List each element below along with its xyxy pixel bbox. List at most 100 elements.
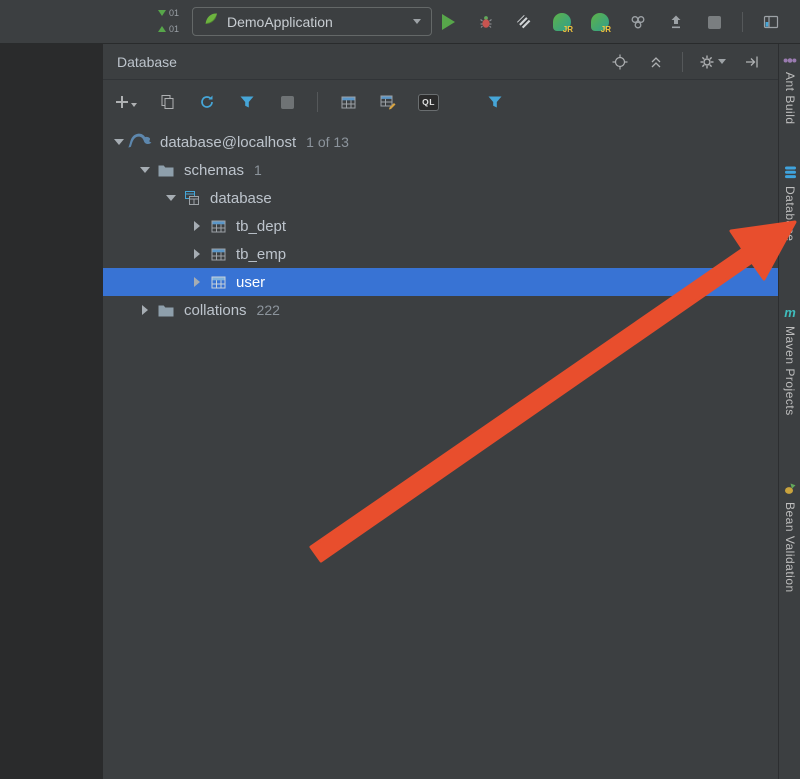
database-tree: database@localhost 1 of 13 schemas 1 dat… [103, 124, 778, 324]
tab-maven-projects[interactable]: m Maven Projects [779, 306, 800, 416]
tree-label: schemas [184, 161, 245, 179]
right-tool-window-stripe: Ant Build Database m Maven Projects Bean… [778, 44, 800, 779]
stop-icon [280, 95, 294, 109]
update-app-icon [671, 15, 681, 29]
duplicate-button[interactable] [157, 92, 177, 112]
folder-icon [155, 160, 177, 180]
tool-windows-button[interactable] [761, 12, 781, 32]
ant-icon [783, 58, 797, 63]
refresh-icon [201, 95, 213, 108]
header-separator [682, 51, 683, 72]
tab-ant-build[interactable]: Ant Build [779, 56, 800, 125]
play-icon [441, 14, 455, 30]
filter-button[interactable] [485, 92, 505, 112]
bug-icon [480, 16, 492, 28]
tree-label: user [236, 273, 266, 291]
chevron-down-icon [413, 19, 421, 24]
toolbar-separator [317, 92, 318, 112]
tree-label: database [210, 189, 272, 207]
settings-menu-button[interactable] [699, 54, 726, 70]
vcs-incoming-row: 01 [158, 6, 179, 19]
editor-background [0, 44, 103, 779]
tree-row-datasource[interactable]: database@localhost 1 of 13 [103, 128, 778, 156]
incoming-commits-icon [158, 9, 166, 16]
mysql-datasource-icon [127, 132, 153, 152]
tree-row-schemas[interactable]: schemas 1 [103, 156, 778, 184]
filter-icon [488, 96, 502, 108]
tree-label: tb_emp [236, 245, 287, 263]
run-with-jrebel-button[interactable]: JR [552, 12, 573, 34]
debug-with-jrebel-button[interactable]: JR [590, 12, 611, 34]
tree-badge: 1 of 13 [306, 134, 349, 150]
disconnect-button[interactable] [277, 92, 297, 112]
tree-row-table-tb-emp[interactable]: tb_emp [103, 240, 778, 268]
chevron-down-icon [131, 103, 137, 107]
collapse-all-button[interactable] [646, 52, 666, 72]
ide-window: 01 01 DemoApplication JR JR Database QL … [0, 0, 800, 779]
hide-tool-window-button[interactable] [742, 52, 762, 72]
update-application-button[interactable] [666, 12, 686, 32]
table-icon [207, 272, 229, 292]
plus-icon [116, 96, 128, 108]
tab-label: Database [783, 186, 797, 242]
tree-row-collations[interactable]: collations 222 [103, 296, 778, 324]
chevron-down-icon [718, 59, 726, 64]
sql-console-button[interactable]: QL [418, 93, 439, 111]
bean-validation-icon [784, 483, 795, 494]
tab-database[interactable]: Database [779, 166, 800, 241]
spring-boot-icon [203, 11, 219, 32]
stop-icon [707, 15, 721, 29]
tab-bean-validation[interactable]: Bean Validation [779, 482, 800, 593]
stop-button[interactable] [704, 12, 724, 32]
copy-icon [161, 95, 173, 109]
add-data-source-button[interactable] [115, 95, 137, 109]
chevron-collapsed-icon[interactable] [189, 218, 205, 234]
debug-button[interactable] [476, 12, 496, 32]
data-source-properties-icon [240, 96, 254, 108]
gear-icon [700, 55, 714, 68]
folder-icon [155, 300, 177, 320]
main-toolbar: 01 01 DemoApplication JR JR [0, 0, 800, 44]
chevron-expanded-icon[interactable] [163, 190, 179, 206]
outgoing-commits-icon [158, 25, 166, 32]
jrebel-run-icon: JR [553, 13, 573, 34]
run-with-coverage-button[interactable] [514, 12, 534, 32]
tree-label: database@localhost [160, 133, 297, 151]
modify-table-button[interactable] [378, 92, 398, 112]
profiler-button[interactable] [628, 12, 648, 32]
table-view-button[interactable] [338, 92, 358, 112]
run-configuration-select[interactable]: DemoApplication [192, 7, 432, 36]
header-actions [610, 44, 762, 79]
vcs-outgoing-row: 01 [158, 22, 179, 35]
incoming-count: 01 [169, 7, 180, 18]
jrebel-debug-icon: JR [591, 13, 611, 34]
chevron-collapsed-icon[interactable] [189, 246, 205, 262]
run-button[interactable] [438, 12, 458, 32]
tree-label: collations [184, 301, 247, 319]
tab-label: Bean Validation [783, 502, 797, 593]
tree-row-schema-database[interactable]: database [103, 184, 778, 212]
database-icon [784, 166, 796, 179]
database-toolbar: QL [103, 80, 778, 124]
hide-icon [746, 56, 758, 67]
data-source-properties-button[interactable] [237, 92, 257, 112]
locate-object-button[interactable] [610, 52, 630, 72]
edit-table-icon [380, 95, 396, 110]
coverage-icon [517, 15, 531, 29]
tree-row-table-user[interactable]: user [103, 268, 778, 296]
schema-icon [181, 188, 203, 208]
toolbar-separator [742, 12, 743, 32]
vcs-update-widget[interactable]: 01 01 [158, 6, 179, 35]
tree-row-table-tb-dept[interactable]: tb_dept [103, 212, 778, 240]
tree-label: tb_dept [236, 217, 287, 235]
chevron-expanded-icon[interactable] [137, 162, 153, 178]
tab-label: Ant Build [783, 72, 797, 125]
synchronize-button[interactable] [197, 92, 217, 112]
chevron-collapsed-icon[interactable] [189, 274, 205, 290]
database-tool-window: Database QL database@localhost 1 of 13 s… [103, 44, 778, 779]
run-configuration-label: DemoApplication [227, 13, 333, 30]
chevron-expanded-icon[interactable] [111, 134, 127, 150]
run-actions-group: JR JR [438, 0, 800, 44]
tree-badge: 222 [256, 302, 280, 318]
chevron-collapsed-icon[interactable] [137, 302, 153, 318]
